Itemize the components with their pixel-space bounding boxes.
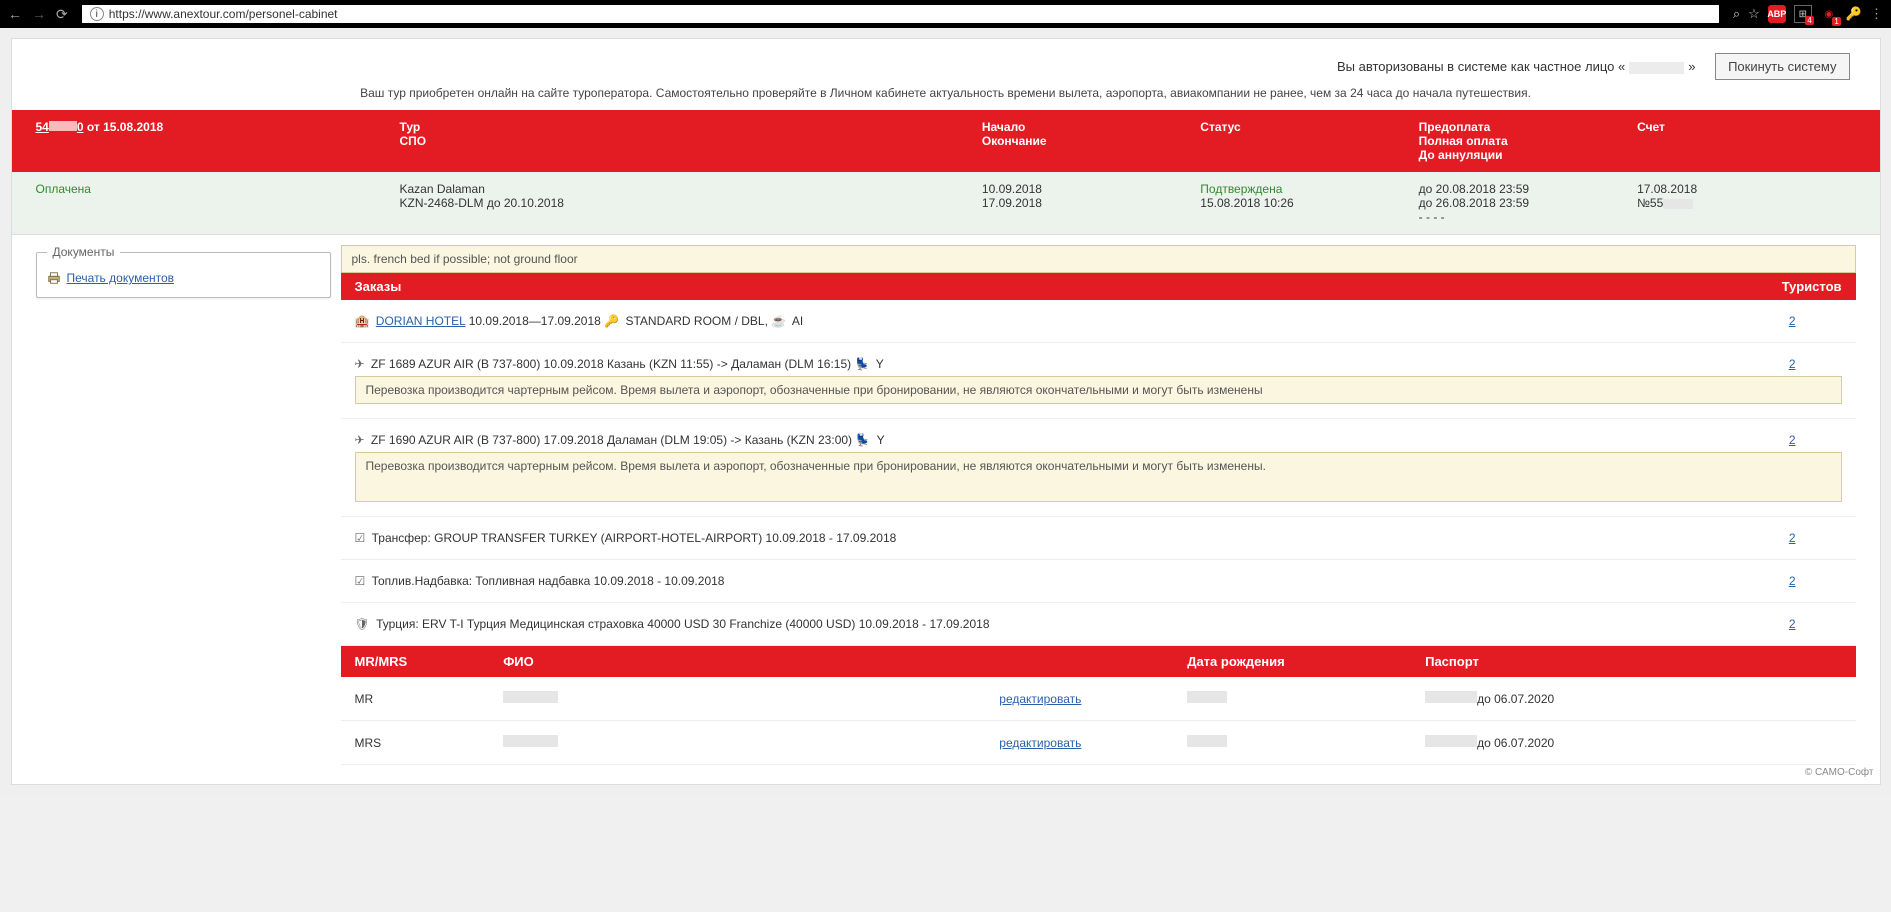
- browser-chrome: ← → ⟳ i https://www.anextour.com/persone…: [0, 0, 1891, 28]
- menu-icon[interactable]: ⋮: [1870, 6, 1883, 22]
- dates-header: НачалоОкончание: [982, 120, 1200, 162]
- payment-header: ПредоплатаПолная оплатаДо аннуляции: [1419, 120, 1637, 162]
- tourist-row-2: MRS редактировать до 06.07.2020: [341, 721, 1856, 765]
- tourists-title: Туристов: [1782, 279, 1842, 294]
- order-flight-back: ✈ ZF 1690 AZUR AIR (В 737-800) 17.09.201…: [341, 419, 1856, 517]
- reload-icon[interactable]: ⟳: [56, 6, 68, 23]
- redacted-passport: [1425, 691, 1477, 703]
- fuel-tourist-count[interactable]: 2: [1789, 574, 1796, 588]
- hotel-tourist-count[interactable]: 2: [1789, 314, 1796, 328]
- keyhole-icon[interactable]: 🔑: [1846, 6, 1862, 22]
- dates-value: 10.09.201817.09.2018: [982, 182, 1200, 224]
- star-icon[interactable]: ☆: [1748, 6, 1760, 22]
- booking-row: Оплачена Kazan DalamanKZN-2468-DLM до 20…: [12, 172, 1880, 235]
- seat-icon: 💺: [855, 357, 870, 371]
- tour-value: Kazan DalamanKZN-2468-DLM до 20.10.2018: [400, 182, 982, 224]
- plane-icon: ✈: [355, 357, 365, 371]
- flight2-tourist-count[interactable]: 2: [1789, 433, 1796, 447]
- th-fio: ФИО: [503, 654, 949, 669]
- edit-tourist-1-link[interactable]: редактировать: [999, 692, 1081, 706]
- extension-icon-2[interactable]: ◉1: [1820, 5, 1838, 23]
- tourists-header-row: MR/MRS ФИО Дата рождения Паспорт: [341, 646, 1856, 677]
- info-line: Ваш тур приобретен онлайн на сайте туроп…: [12, 84, 1880, 110]
- forward-icon: →: [32, 6, 46, 22]
- documents-box: Документы Печать документов: [36, 245, 331, 298]
- tour-header: ТурСПО: [400, 120, 982, 162]
- orders-title: Заказы: [355, 279, 402, 294]
- documents-title: Документы: [47, 245, 121, 259]
- paid-status: Оплачена: [36, 182, 400, 224]
- hotel-icon: 🏨: [355, 314, 370, 328]
- t2-title: MRS: [355, 736, 504, 750]
- edit-tourist-2-link[interactable]: редактировать: [999, 736, 1081, 750]
- seat-icon: 💺: [855, 433, 870, 447]
- charter-note-2: Перевозка производится чартерным рейсом.…: [355, 452, 1842, 502]
- abp-extension-icon[interactable]: ABP: [1768, 5, 1786, 23]
- auth-bar: Вы авторизованы в системе как частное ли…: [12, 39, 1880, 84]
- tourist-row-1: MR редактировать до 06.07.2020: [341, 677, 1856, 721]
- meal-icon: ☕: [771, 314, 786, 328]
- back-icon[interactable]: ←: [8, 6, 22, 22]
- order-fuel: ☑ Топлив.Надбавка: Топливная надбавка 10…: [341, 560, 1856, 603]
- samo-footer: © САМО-Софт: [12, 765, 1880, 780]
- plane-icon: ✈: [355, 433, 365, 447]
- transfer-tourist-count[interactable]: 2: [1789, 531, 1796, 545]
- info-icon[interactable]: i: [90, 7, 104, 21]
- order-insurance: 🛡 Турция: ERV T-I Турция Медицинская стр…: [341, 603, 1856, 646]
- extension-icon-1[interactable]: ⊞4: [1794, 5, 1812, 23]
- order-transfer: ☑ Трансфер: GROUP TRANSFER TURKEY (AIRPO…: [341, 517, 1856, 560]
- booking-header: 540 от 15.08.2018 ТурСПО НачалоОкончание…: [12, 110, 1880, 172]
- th-mrmrs: MR/MRS: [355, 654, 504, 669]
- orders-section-header: Заказы Туристов: [341, 273, 1856, 300]
- status-value: Подтверждена15.08.2018 10:26: [1200, 182, 1418, 224]
- hotel-link[interactable]: DORIAN HOTEL: [376, 314, 466, 328]
- order-number-header: 540 от 15.08.2018: [36, 120, 400, 162]
- th-passport: Паспорт: [1425, 654, 1841, 669]
- transfer-icon: ☑: [355, 531, 366, 545]
- redacted-fio: [503, 691, 558, 703]
- redacted-fio: [503, 735, 558, 747]
- shield-icon: 🛡: [355, 617, 370, 631]
- key-icon[interactable]: ⌕: [1733, 6, 1740, 22]
- redacted-dob: [1187, 691, 1227, 703]
- payment-value: до 20.08.2018 23:59до 26.08.2018 23:59- …: [1419, 182, 1637, 224]
- order-number-link[interactable]: 540: [36, 120, 84, 134]
- url-text: https://www.anextour.com/personel-cabine…: [109, 7, 338, 21]
- charter-note-1: Перевозка производится чартерным рейсом.…: [355, 376, 1842, 404]
- redacted-name: [1629, 62, 1684, 74]
- flight1-tourist-count[interactable]: 2: [1789, 357, 1796, 371]
- key-icon: 🔑: [604, 314, 619, 328]
- redacted-dob: [1187, 735, 1227, 747]
- browser-right-icons: ⌕ ☆ ABP ⊞4 ◉1 🔑 ⋮: [1733, 5, 1883, 23]
- request-note: pls. french bed if possible; not ground …: [341, 245, 1856, 273]
- printer-icon: [47, 271, 61, 285]
- auth-text-prefix: Вы авторизованы в системе как частное ли…: [1337, 59, 1625, 74]
- invoice-value: 17.08.2018№55: [1637, 182, 1855, 224]
- th-dob: Дата рождения: [1187, 654, 1425, 669]
- t1-title: MR: [355, 692, 504, 706]
- order-hotel: 🏨 DORIAN HOTEL 10.09.2018—17.09.2018 🔑 S…: [341, 300, 1856, 343]
- status-header: Статус: [1200, 120, 1418, 162]
- address-bar[interactable]: i https://www.anextour.com/personel-cabi…: [82, 5, 1719, 23]
- logout-button[interactable]: Покинуть систему: [1715, 53, 1849, 80]
- order-flight-out: ✈ ZF 1689 AZUR AIR (В 737-800) 10.09.201…: [341, 343, 1856, 419]
- auth-text-suffix: »: [1688, 59, 1695, 74]
- print-documents-link[interactable]: Печать документов: [67, 271, 175, 285]
- fuel-icon: ☑: [355, 574, 366, 588]
- redacted-passport: [1425, 735, 1477, 747]
- insurance-tourist-count[interactable]: 2: [1789, 617, 1796, 631]
- invoice-header: Счет: [1637, 120, 1855, 162]
